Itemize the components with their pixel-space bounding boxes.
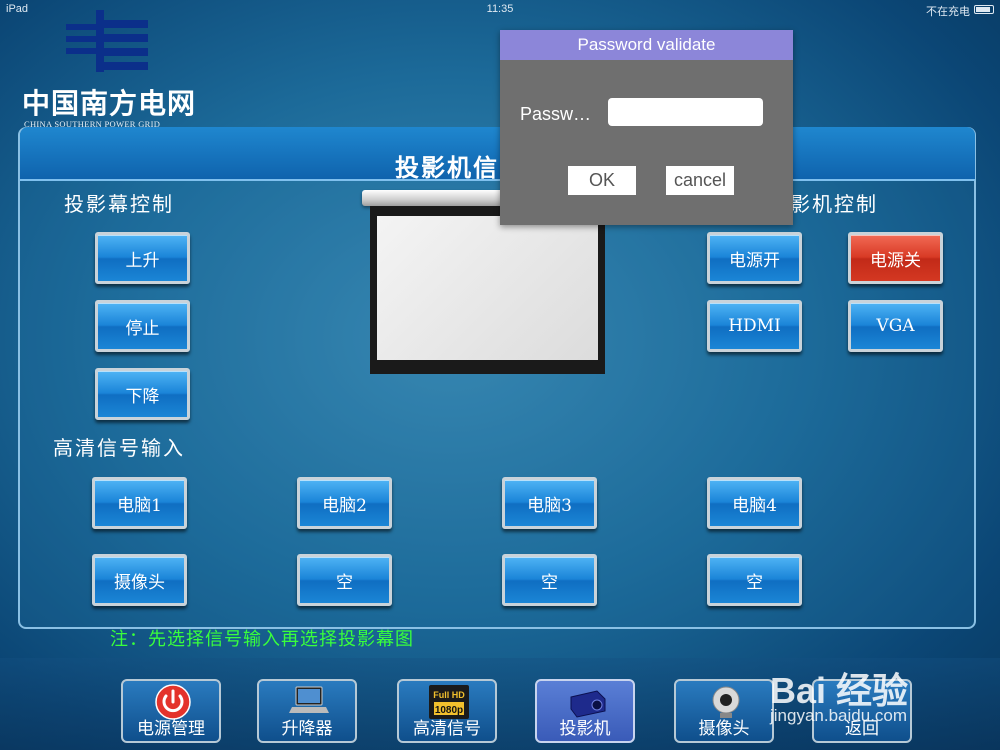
- battery-icon: [974, 5, 994, 14]
- input-pc1-button[interactable]: 电脑1: [92, 477, 187, 529]
- dialog-title: Password validate: [500, 30, 793, 60]
- tab-hd-signal[interactable]: Full HD 1080p 高清信号: [397, 679, 497, 743]
- password-label: Passw…: [520, 104, 592, 124]
- projector-screen-image: [370, 206, 605, 374]
- power-grid-logo-icon: [66, 10, 148, 72]
- projector-control-title: 影机控制: [790, 192, 878, 216]
- input-pc2-button[interactable]: 电脑2: [297, 477, 392, 529]
- input-camera-button[interactable]: 摄像头: [92, 554, 187, 606]
- screen-stop-button[interactable]: 停止: [95, 300, 190, 352]
- charging-status: 不在充电: [926, 6, 970, 18]
- hdmi-button[interactable]: HDMI: [707, 300, 802, 352]
- svg-text:Full HD: Full HD: [433, 690, 465, 700]
- watermark-url: jingyan.baidu.com: [770, 706, 908, 725]
- screen-up-button[interactable]: 上升: [95, 232, 190, 284]
- input-empty-button-1[interactable]: 空: [297, 554, 392, 606]
- cancel-button[interactable]: cancel: [666, 166, 734, 195]
- tab-power-management[interactable]: 电源管理: [121, 679, 221, 743]
- company-logo: 中国南方电网 CHINA SOUTHERN POWER GRID: [22, 10, 212, 129]
- baidu-watermark: Bai 经验 jingyan.baidu.com: [770, 640, 995, 730]
- ok-button[interactable]: OK: [568, 166, 636, 195]
- vga-button[interactable]: VGA: [848, 300, 943, 352]
- password-input[interactable]: [608, 98, 763, 126]
- input-pc3-button[interactable]: 电脑3: [502, 477, 597, 529]
- page-title: 投影机信: [395, 153, 499, 182]
- tab-camera[interactable]: 摄像头: [674, 679, 774, 743]
- tab-label: 高清信号: [413, 719, 481, 739]
- password-dialog: Password validate Passw… OK cancel: [500, 30, 793, 225]
- tab-label: 摄像头: [698, 719, 750, 739]
- screen-control-title: 投影幕控制: [64, 192, 174, 216]
- input-empty-button-3[interactable]: 空: [707, 554, 802, 606]
- instruction-note: 注：先选择信号输入再选择投影幕图: [110, 629, 414, 650]
- power-off-button[interactable]: 电源关: [848, 232, 943, 284]
- screen-down-button[interactable]: 下降: [95, 368, 190, 420]
- power-on-button[interactable]: 电源开: [707, 232, 802, 284]
- hd-input-title: 高清信号输入: [53, 436, 185, 460]
- tab-projector[interactable]: 投影机: [535, 679, 635, 743]
- tab-label: 电源管理: [137, 719, 205, 739]
- tab-lifter[interactable]: 升降器: [257, 679, 357, 743]
- input-pc4-button[interactable]: 电脑4: [707, 477, 802, 529]
- input-empty-button-2[interactable]: 空: [502, 554, 597, 606]
- tab-label: 升降器: [281, 719, 333, 739]
- logo-name-cn: 中国南方电网: [22, 87, 197, 120]
- tab-label: 投影机: [559, 719, 611, 739]
